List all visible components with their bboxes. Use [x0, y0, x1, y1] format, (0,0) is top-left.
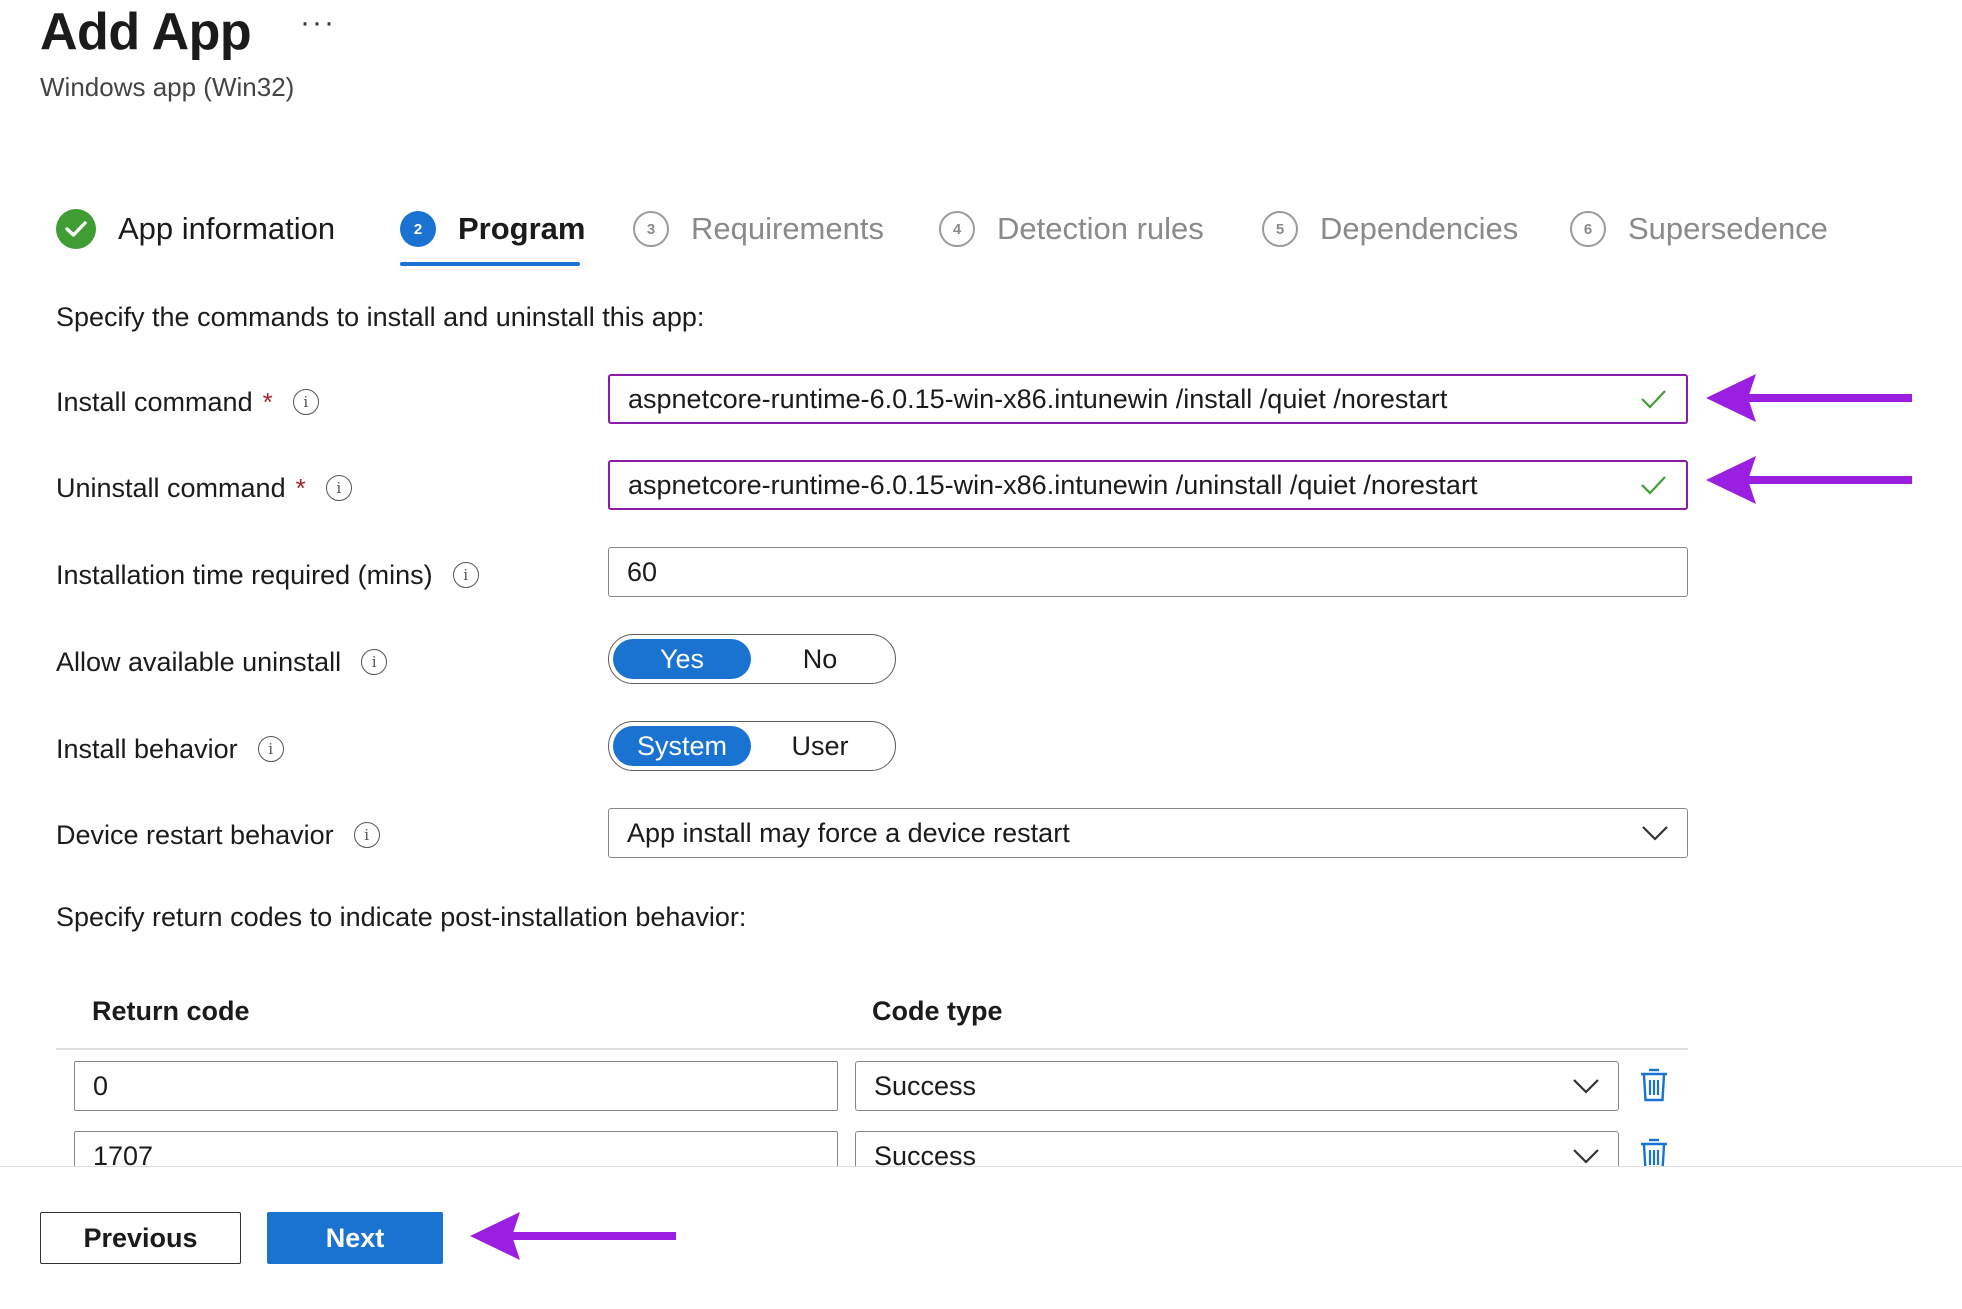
- step-label: Detection rules: [997, 211, 1204, 246]
- page-title: Add App: [40, 3, 252, 61]
- step-requirements[interactable]: 3 Requirements: [633, 204, 884, 254]
- step-number: 4: [939, 211, 975, 247]
- install-behavior-toggle[interactable]: System User: [608, 721, 896, 771]
- restart-behavior-label: Device restart behavior i: [56, 815, 380, 855]
- code-type-value: Success: [874, 1070, 977, 1101]
- info-icon[interactable]: i: [452, 562, 479, 588]
- allow-uninstall-toggle[interactable]: Yes No: [608, 634, 896, 684]
- column-header-return-code: Return code: [92, 996, 250, 1026]
- step-label: Program: [458, 211, 586, 246]
- code-type-dropdown[interactable]: Success: [855, 1061, 1619, 1111]
- install-command-input[interactable]: aspnetcore-runtime-6.0.15-win-x86.intune…: [608, 374, 1688, 424]
- step-number: 5: [1262, 211, 1298, 247]
- checkmark-icon: [1641, 476, 1666, 495]
- chevron-down-icon: [1642, 826, 1668, 841]
- arrow-left-icon: [470, 1212, 676, 1260]
- restart-behavior-value: App install may force a device restart: [627, 817, 1070, 848]
- install-time-input[interactable]: 60: [608, 547, 1688, 597]
- next-button[interactable]: Next: [267, 1212, 443, 1264]
- more-options-button[interactable]: ···: [300, 6, 336, 40]
- info-icon[interactable]: i: [353, 822, 380, 848]
- info-icon[interactable]: i: [361, 649, 388, 675]
- trash-icon[interactable]: [1639, 1067, 1669, 1103]
- check-circle-icon: [56, 209, 96, 249]
- step-number: 6: [1570, 211, 1606, 247]
- step-program[interactable]: 2 Program: [400, 204, 585, 254]
- label-text: Installation time required (mins): [56, 559, 433, 590]
- chevron-down-icon: [1573, 1079, 1599, 1094]
- toggle-option-user[interactable]: User: [751, 726, 889, 766]
- table-header-divider: [56, 1048, 1688, 1050]
- return-code-input[interactable]: 0: [74, 1061, 838, 1111]
- allow-uninstall-label: Allow available uninstall i: [56, 642, 388, 682]
- label-text: Device restart behavior: [56, 819, 334, 850]
- return-codes-intro: Specify return codes to indicate post-in…: [56, 902, 747, 932]
- step-detection-rules[interactable]: 4 Detection rules: [939, 204, 1204, 254]
- arrow-left-icon: [1706, 456, 1912, 504]
- checkmark-icon: [1641, 390, 1666, 409]
- label-text: Uninstall command: [56, 472, 286, 503]
- step-number: 2: [400, 211, 436, 247]
- step-label: Supersedence: [1628, 211, 1828, 246]
- info-icon[interactable]: i: [325, 475, 352, 501]
- step-app-information[interactable]: App information: [56, 204, 335, 254]
- required-asterisk: *: [262, 386, 273, 417]
- install-behavior-label: Install behavior i: [56, 729, 284, 769]
- required-asterisk: *: [295, 472, 306, 503]
- toggle-option-system[interactable]: System: [613, 726, 751, 766]
- label-text: Install behavior: [56, 733, 238, 764]
- toggle-option-no[interactable]: No: [751, 639, 889, 679]
- chevron-down-icon: [1573, 1149, 1599, 1164]
- step-label: Requirements: [691, 211, 884, 246]
- uninstall-command-label: Uninstall command * i: [56, 468, 352, 508]
- install-time-label: Installation time required (mins) i: [56, 555, 479, 595]
- label-text: Allow available uninstall: [56, 646, 342, 677]
- program-intro: Specify the commands to install and unin…: [56, 302, 705, 332]
- toggle-option-yes[interactable]: Yes: [613, 639, 751, 679]
- restart-behavior-dropdown[interactable]: App install may force a device restart: [608, 808, 1688, 858]
- page-subtitle: Windows app (Win32): [40, 72, 295, 102]
- active-step-indicator: [400, 262, 580, 266]
- column-header-code-type: Code type: [872, 996, 1003, 1026]
- step-label: App information: [118, 211, 336, 246]
- uninstall-command-input[interactable]: aspnetcore-runtime-6.0.15-win-x86.intune…: [608, 460, 1688, 510]
- uninstall-command-value: aspnetcore-runtime-6.0.15-win-x86.intune…: [628, 469, 1478, 500]
- step-number: 3: [633, 211, 669, 247]
- info-icon[interactable]: i: [257, 736, 284, 762]
- arrow-left-icon: [1706, 374, 1912, 422]
- previous-button[interactable]: Previous: [40, 1212, 241, 1264]
- step-supersedence[interactable]: 6 Supersedence: [1570, 204, 1828, 254]
- label-text: Install command: [56, 386, 253, 417]
- info-icon[interactable]: i: [292, 389, 319, 415]
- step-label: Dependencies: [1320, 211, 1519, 246]
- step-dependencies[interactable]: 5 Dependencies: [1262, 204, 1518, 254]
- return-code-value: 0: [93, 1070, 109, 1101]
- install-command-value: aspnetcore-runtime-6.0.15-win-x86.intune…: [628, 383, 1448, 414]
- install-command-label: Install command * i: [56, 382, 319, 422]
- install-time-value: 60: [627, 556, 658, 587]
